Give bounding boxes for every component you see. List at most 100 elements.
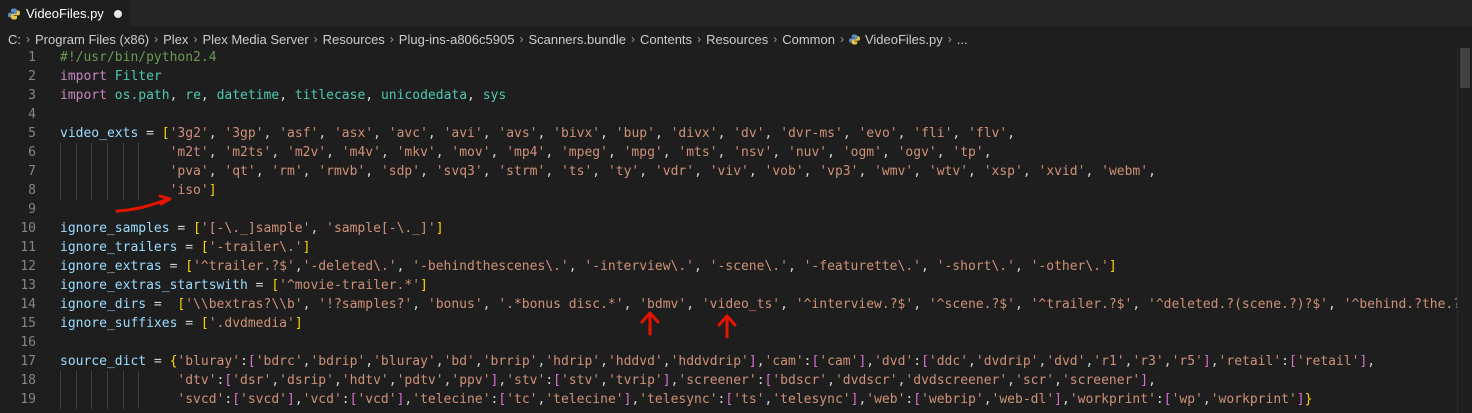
code-token: 'sample[-\._]'	[326, 221, 436, 236]
code-token: 'mpeg'	[560, 145, 608, 160]
line-number: 13	[20, 278, 36, 293]
code-token: [	[161, 126, 170, 141]
unsaved-dot-icon[interactable]	[113, 9, 122, 18]
breadcrumb-item[interactable]: Plex Media Server	[202, 32, 308, 47]
code-token: [	[1163, 392, 1172, 407]
code-line[interactable]: 1 #!/usr/bin/python2.4	[0, 48, 1472, 67]
code-editor[interactable]: 1 #!/usr/bin/python2.4 2 import Filter 3 impo…	[0, 48, 1472, 413]
code-token: :	[913, 354, 922, 369]
code-token: #!/usr/bin/python2.4	[60, 50, 217, 65]
code-token: 'dv'	[733, 126, 765, 141]
code-token: 'wp'	[1171, 392, 1203, 407]
code-text: ignore_samples = ['[-\._]sample', 'sampl…	[60, 219, 444, 238]
code-token: ,	[490, 145, 507, 160]
code-token: ,	[294, 392, 303, 407]
code-line[interactable]: 13 ignore_extras_startswith = ['^movie-tr…	[0, 276, 1472, 295]
code-token: ,	[208, 164, 225, 179]
code-token: ,	[607, 145, 624, 160]
code-token: ,	[1014, 297, 1031, 312]
line-number: 1	[28, 50, 36, 65]
code-line[interactable]: 11 ignore_trailers = ['-trailer\.']	[0, 238, 1472, 257]
code-token: ,	[600, 373, 608, 388]
breadcrumb-item[interactable]: Common	[782, 32, 835, 47]
code-token: 'retail'	[1218, 354, 1282, 369]
code-token: 'm2v'	[287, 145, 327, 160]
code-text: 'dtv':['dsr','dsrip','hdtv','pdtv','ppv'…	[60, 371, 1156, 390]
code-text: 'svcd':['svcd'],'vcd':['vcd'],'telecine'…	[60, 390, 1312, 409]
vertical-scrollbar[interactable]	[1457, 48, 1472, 413]
code-token: ]	[287, 392, 295, 407]
code-token: 'telecine'	[545, 392, 624, 407]
code-token: ,	[827, 145, 843, 160]
code-token: 'mp4'	[506, 145, 546, 160]
code-line[interactable]: 10 ignore_samples = ['[-\._]sample', 'sam…	[0, 219, 1472, 238]
code-token: ,	[208, 145, 225, 160]
code-line[interactable]: 9	[0, 200, 1472, 219]
tab-videofiles[interactable]: VideoFiles.py	[0, 0, 130, 26]
code-token: ,	[420, 164, 436, 179]
code-text: ignore_extras_startswith = ['^movie-trai…	[60, 276, 428, 295]
code-token: ,	[968, 164, 984, 179]
code-token: ,	[921, 259, 937, 274]
code-token: ,	[623, 297, 640, 312]
code-token: '-other\.'	[1030, 259, 1109, 274]
code-token: 'ts'	[733, 392, 765, 407]
code-line[interactable]: 7 'pva', 'qt', 'rm', 'rmvb', 'sdp', 'svq…	[0, 162, 1472, 181]
code-token: =	[247, 278, 272, 293]
breadcrumb-item[interactable]: Plug-ins-a806c5905	[399, 32, 515, 47]
code-token: '-featurette\.'	[803, 259, 921, 274]
code-token: 'mov'	[451, 145, 491, 160]
code-token: ]	[302, 240, 311, 255]
code-token: 'dvdrip'	[975, 354, 1039, 369]
breadcrumb-item[interactable]: Resources	[706, 32, 768, 47]
code-token: =	[169, 221, 194, 236]
code-token: 'web-dl'	[991, 392, 1055, 407]
code-token: ,	[200, 88, 217, 103]
code-line[interactable]: 3 import os.path, re, datetime, titlecase…	[0, 86, 1472, 105]
code-line[interactable]: 12 ignore_extras = ['^trailer.?$','-delet…	[0, 257, 1472, 276]
code-token: 'screener'	[1061, 373, 1141, 388]
code-line[interactable]: 19 'svcd':['svcd'],'vcd':['vcd'],'teleci…	[0, 390, 1472, 409]
code-token: 'vdr'	[654, 164, 695, 179]
code-token: ]	[1054, 392, 1062, 407]
code-token: os.path	[114, 88, 170, 103]
code-line[interactable]: 5 video_exts = ['3g2', '3gp', 'asf', 'asx…	[0, 124, 1472, 143]
breadcrumb-item[interactable]: Contents	[640, 32, 692, 47]
breadcrumb-item[interactable]: Resources	[323, 32, 385, 47]
code-line[interactable]: 15 ignore_suffixes = ['.dvdmedia']	[0, 314, 1472, 333]
code-token: [	[553, 373, 561, 388]
line-number: 11	[20, 240, 36, 255]
code-token: ,	[467, 88, 483, 103]
breadcrumb-item[interactable]: C:	[8, 32, 21, 47]
breadcrumb-item[interactable]: Program Files (x86)	[35, 32, 149, 47]
code-line[interactable]: 18 'dtv':['dsr','dsrip','hdtv','pdtv','p…	[0, 371, 1472, 390]
code-line[interactable]: 17 source_dict = {'bluray':['bdrc','bdrip…	[0, 352, 1472, 371]
code-token: ,	[279, 88, 295, 103]
code-token: '-short\.'	[936, 259, 1015, 274]
code-token: 'web'	[866, 392, 906, 407]
code-token: 'r5'	[1171, 354, 1203, 369]
code-token: 'hdrip'	[545, 354, 601, 369]
code-token: ,	[1148, 373, 1156, 388]
code-line[interactable]: 8 'iso']	[0, 181, 1472, 200]
code-token: ,	[482, 126, 499, 141]
code-line[interactable]: 4	[0, 105, 1472, 124]
code-line[interactable]: 14 ignore_dirs = ['\\bextras?\\b', '!?sam…	[0, 295, 1472, 314]
code-token: '.*bonus disc.*'	[498, 297, 624, 312]
code-line[interactable]: 2 import Filter	[0, 67, 1472, 86]
code-token: ,	[271, 145, 287, 160]
breadcrumb-item[interactable]: ...	[957, 32, 968, 47]
code-token: 'mts'	[678, 145, 718, 160]
breadcrumb-item[interactable]: Plex	[163, 32, 188, 47]
breadcrumb-item[interactable]: VideoFiles.py	[865, 32, 943, 47]
code-line[interactable]: 16	[0, 333, 1472, 352]
code-line[interactable]: 6 'm2t', 'm2ts', 'm2v', 'm4v', 'mkv', 'm…	[0, 143, 1472, 162]
code-token: ,	[568, 259, 585, 274]
code-token: ,	[482, 297, 499, 312]
scrollbar-thumb[interactable]	[1460, 48, 1470, 88]
code-token: 'telecine'	[412, 392, 491, 407]
breadcrumb-item[interactable]: Scanners.bundle	[528, 32, 626, 47]
